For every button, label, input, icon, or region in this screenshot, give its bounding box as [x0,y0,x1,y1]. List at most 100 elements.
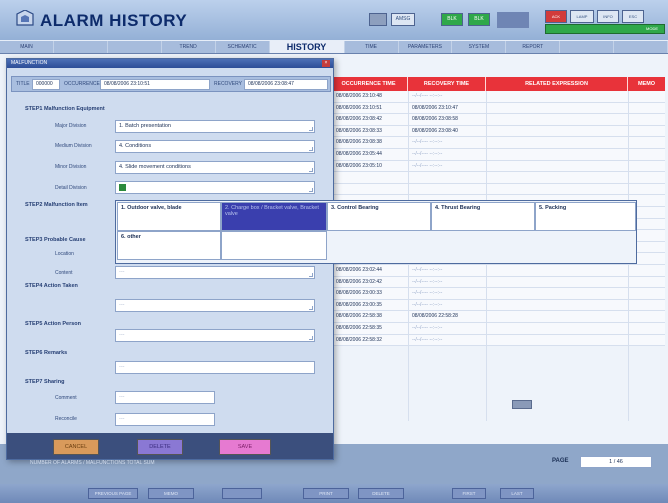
table-row[interactable]: 08/08/2006 23:05:10 --/--/---- --:--:-- [330,160,665,173]
col-related-expression[interactable]: RELATED EXPRESSION [486,77,628,91]
blk-button-2[interactable]: BLK [468,13,490,26]
table-row[interactable]: 08/08/2006 23:10:48 --/--/---- --:--:-- [330,91,665,103]
tab-trend[interactable]: TREND [162,41,216,53]
blk-button-1[interactable]: BLK [441,13,463,26]
recovery-time-cell: --/--/---- --:--:-- [412,301,443,308]
tab-blank-1[interactable] [54,41,108,53]
occurrence-time-cell: 08/08/2006 23:00:35 [336,301,382,308]
step5-label: STEP5 Action Person [25,321,82,327]
esc-button[interactable]: ESC [622,10,644,23]
last-button[interactable]: LAST [500,488,534,499]
occurrence-time-cell: 08/08/2006 23:10:48 [336,93,382,99]
tab-time[interactable]: TIME [345,41,399,53]
table-row[interactable]: 08/08/2006 22:58:38 08/08/2006 22:58:28 [330,311,665,323]
recovery-time-cell: --/--/---- --:--:-- [412,290,443,297]
print-button[interactable]: PRINT [303,488,349,499]
filter-occurrence-field[interactable]: 08/08/2006 23:10:51 [100,79,210,90]
table-row[interactable]: 08/08/2006 23:08:33 08/08/2006 23:08:40 [330,125,665,138]
ack-button[interactable]: ACK [545,10,567,23]
filter-title-field[interactable]: 000000 [32,79,60,90]
minor-division-field[interactable]: 4. Slide movement conditions [115,161,315,174]
tab-system[interactable]: SYSTEM [452,41,507,53]
tab-parameters[interactable]: PARAMETERS [399,41,453,53]
delete-button[interactable]: DELETE [137,439,183,455]
probable-cause-content-value: --- [119,269,125,275]
footer-delete-button[interactable]: DELETE [358,488,404,499]
previous-page-button[interactable]: PREVIOUS PAGE [88,488,138,499]
occurrence-time-cell: 08/08/2006 23:05:10 [336,162,382,169]
medium-division-value: 4. Conditions [119,143,152,149]
remarks-field[interactable]: --- [115,361,315,374]
action-taken-field[interactable]: --- [115,299,315,312]
lamp-button[interactable]: LAMP [570,10,594,23]
recovery-time-cell: --/--/---- --:--:-- [412,325,443,331]
occurrence-time-cell: 08/08/2006 23:05:44 [336,151,382,157]
table-row[interactable]: 08/08/2006 23:08:38 --/--/---- --:--:-- [330,137,665,149]
table-row[interactable]: 08/08/2006 23:02:42 --/--/---- --:--:-- [330,276,665,289]
medium-division-field[interactable]: 4. Conditions [115,140,315,153]
memo-button[interactable]: MEMO [148,488,194,499]
gray-indicator-button[interactable] [369,13,387,26]
tab-blank-3[interactable] [560,41,615,53]
amsg-button[interactable]: AMSG [391,13,415,26]
tab-blank-2[interactable] [108,41,162,53]
page-indicator[interactable]: 1 / 46 [580,456,652,468]
detail-division-field[interactable] [115,181,315,194]
filter-bar: TITLE 000000 OCCURRENCE 08/08/2006 23:10… [11,76,331,92]
comment-field[interactable]: --- [115,391,215,404]
action-person-field[interactable]: --- [115,329,315,342]
table-row[interactable]: 08/08/2006 23:02:44 --/--/---- --:--:-- [330,265,665,277]
col-recovery-time[interactable]: RECOVERY TIME [408,77,486,91]
list-item[interactable]: 3. Control Bearing [327,202,431,231]
green-square-icon [119,184,126,191]
cancel-button[interactable]: CANCEL [53,439,99,455]
col-occurrence-time[interactable]: OCCURRENCE TIME [330,77,408,91]
major-division-value: 1. Batch presentation [119,123,171,129]
table-row[interactable] [330,172,665,184]
page-title: ALARM HISTORY [40,11,188,30]
tab-schematic[interactable]: SCHEMATIC [216,41,270,53]
content-label: Content [55,270,73,276]
close-icon[interactable]: × [322,60,330,67]
list-item[interactable] [221,231,327,260]
table-row[interactable]: 08/08/2006 23:00:35 --/--/---- --:--:-- [330,299,665,312]
header-spacer [497,12,529,28]
table-row[interactable]: 08/08/2006 23:00:33 --/--/---- --:--:-- [330,288,665,300]
probable-cause-content-field[interactable]: --- [115,266,315,279]
occurrence-time-cell: 08/08/2006 23:10:51 [336,104,382,111]
filter-recovery-field[interactable]: 08/08/2006 23:08:47 [244,79,328,90]
tab-main[interactable]: MAIN [0,41,54,53]
row-memo-button[interactable] [512,400,532,409]
table-row[interactable]: 08/08/2006 22:58:35 --/--/---- --:--:-- [330,323,665,335]
comment-label: Comment [55,395,77,401]
occurrence-time-cell: 08/08/2006 23:08:33 [336,127,382,134]
table-row[interactable]: 08/08/2006 23:08:42 08/08/2006 23:08:58 [330,114,665,126]
table-row[interactable]: 08/08/2006 23:10:51 08/08/2006 23:10:47 [330,102,665,115]
alarm-count-status: NUMBER OF ALARMS / MALFUNCTIONS TOTAL SU… [30,460,155,466]
table-row[interactable] [330,183,665,196]
info-button[interactable]: INFO [597,10,619,23]
table-row[interactable]: 08/08/2006 22:58:32 --/--/---- --:--:-- [330,334,665,347]
first-button[interactable]: FIRST [452,488,486,499]
list-item[interactable]: 4. Thrust Bearing [431,202,535,231]
list-item-selected[interactable]: 2. Charge box / Bracket valve, Bracket v… [221,202,327,231]
dialog-titlebar[interactable]: MALFUNCTION × [7,59,333,68]
footer-blank-button[interactable] [222,488,262,499]
occurrence-time-cell: 08/08/2006 22:58:35 [336,325,382,331]
tab-blank-4[interactable] [614,41,668,53]
recovery-time-cell: 08/08/2006 23:10:47 [412,104,458,111]
list-item[interactable]: 1. Outdoor valve, blade [117,202,221,231]
reconcile-field[interactable]: --- [115,413,215,426]
alarm-bell-icon [16,10,34,26]
recovery-time-cell: --/--/---- --:--:-- [412,267,443,273]
step7-label: STEP7 Sharing [25,379,65,385]
list-item[interactable]: 6. other [117,231,221,260]
major-division-field[interactable]: 1. Batch presentation [115,120,315,133]
save-button[interactable]: SAVE [219,439,271,455]
table-row[interactable]: 08/08/2006 23:05:44 --/--/---- --:--:-- [330,149,665,161]
action-person-value: --- [119,332,125,338]
tab-report[interactable]: REPORT [506,41,561,53]
tab-history[interactable]: HISTORY [269,41,345,53]
list-item[interactable]: 5. Packing [535,202,636,231]
col-memo[interactable]: MEMO [628,77,665,91]
